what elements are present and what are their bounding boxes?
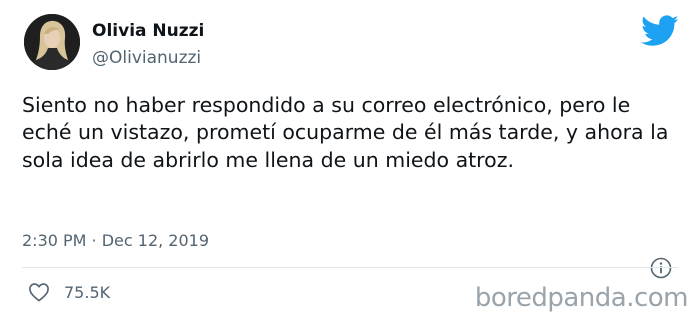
info-icon[interactable] xyxy=(650,257,672,279)
tweet-card: Olivia Nuzzi @Olivianuzzi Siento no habe… xyxy=(0,0,700,319)
twitter-bird-icon[interactable] xyxy=(641,15,679,47)
tweet-timestamp[interactable]: 2:30 PM · Dec 12, 2019 xyxy=(22,230,209,252)
tweet-text: Siento no haber respondido a su correo e… xyxy=(22,93,669,172)
avatar[interactable] xyxy=(24,14,80,70)
boredpanda-watermark: boredpanda.com xyxy=(474,283,689,313)
display-name[interactable]: Olivia Nuzzi xyxy=(92,20,204,42)
heart-icon[interactable] xyxy=(28,282,50,302)
divider xyxy=(22,267,678,268)
profile-photo-graphic xyxy=(24,14,80,70)
like-count: 75.5K xyxy=(64,283,111,302)
user-handle[interactable]: @Olivianuzzi xyxy=(92,47,201,69)
